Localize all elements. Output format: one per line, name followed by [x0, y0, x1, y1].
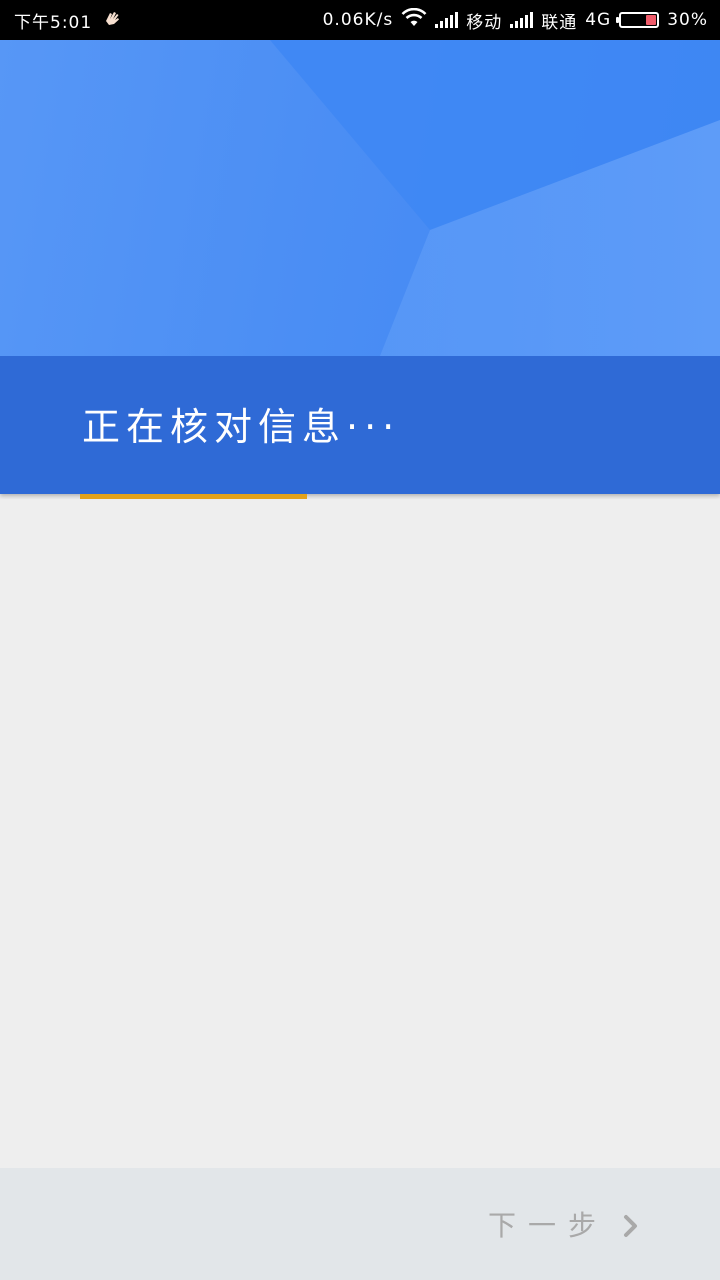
battery-icon — [616, 12, 660, 28]
status-bar: 下午5:01 0.06K/s 移动 联通 4G 30% — [0, 0, 720, 40]
network-type: 4G — [585, 10, 612, 30]
battery-level — [646, 15, 657, 25]
signal-icon — [435, 12, 459, 28]
status-bar-right: 0.06K/s 移动 联通 4G 30% — [323, 0, 708, 40]
page-title: 正在核对信息··· — [82, 405, 401, 449]
wifi-icon — [401, 7, 427, 33]
bottom-bar: 下一步 — [0, 1168, 720, 1280]
next-button-label: 下一步 — [487, 1209, 608, 1242]
status-time: 下午5:01 — [14, 12, 93, 33]
battery-percent: 30% — [667, 10, 708, 30]
chevron-right-icon — [622, 1212, 640, 1237]
signal-icon — [510, 12, 534, 28]
header-banner: 正在核对信息··· — [0, 40, 720, 494]
screen: 下午5:01 0.06K/s 移动 联通 4G 30% 正在核对信息··· 下一… — [0, 0, 720, 1280]
status-bar-left: 下午5:01 — [14, 0, 124, 40]
net-speed: 0.06K/s — [322, 10, 394, 30]
hand-icon — [102, 9, 124, 32]
carrier-2: 联通 — [541, 12, 578, 33]
next-button[interactable]: 下一步 — [488, 1200, 640, 1248]
content-area — [0, 499, 720, 1168]
carrier-1: 移动 — [466, 12, 503, 33]
